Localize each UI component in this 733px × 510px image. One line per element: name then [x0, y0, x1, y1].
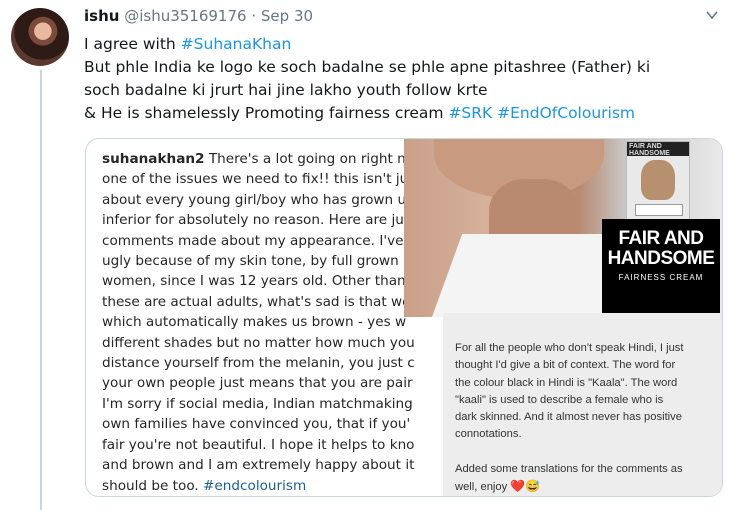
note-line: connotations.: [455, 428, 522, 441]
pack-tube: [635, 204, 683, 216]
pack-brand: FAIR AND HANDSOME: [629, 143, 670, 157]
ad-title: FAIR AND HANDSOME: [602, 229, 720, 269]
caption-line: and brown and I am extremely happy about…: [102, 457, 415, 474]
hashtag-link[interactable]: #SuhanaKhan: [181, 35, 292, 53]
caption-line: own families have convinced you, that if…: [102, 416, 411, 433]
note-line: dark skinned. And it almost never has po…: [455, 411, 682, 424]
caption-line: inferior for absolutely no reason. Here …: [102, 212, 417, 229]
caption-line: these are actual adults, what's sad is t…: [102, 293, 411, 310]
caption-line: your own people just means that you are …: [102, 375, 413, 392]
hashtag-link[interactable]: #SRK: [448, 104, 492, 122]
caption-username: suhanakhan2: [102, 151, 205, 167]
caption-line: fair you're not beautiful. I hope it hel…: [102, 436, 415, 453]
pack-model: [641, 160, 675, 200]
note-line: thought I'd give a bit of context. The w…: [455, 359, 676, 372]
caption-line: women, since I was 12 years old. Other t…: [102, 273, 416, 290]
tweet-line: & He is shamelessly Promoting fairness c…: [84, 104, 636, 122]
ad-title-line: HANDSOME: [607, 248, 715, 269]
caption-line: one of the issues we need to fix!! this …: [102, 171, 421, 188]
note-line: the colour black in Hindi is "Kaala". Th…: [455, 376, 678, 389]
header-separator: ·: [251, 7, 257, 25]
instagram-caption: suhanakhan2 There's a lot going on right…: [102, 149, 432, 496]
note-line: well, enjoy ❤️😅: [455, 479, 541, 494]
note-line: Added some translations for the comments…: [455, 462, 683, 475]
hashtag-link[interactable]: #EndOfColourism: [497, 104, 635, 122]
author-handle[interactable]: @ishu35169176: [124, 7, 246, 25]
product-pack-image: FAIR AND HANDSOME: [626, 141, 690, 229]
thread-connector-line: [40, 70, 42, 510]
tweet-line: But phle India ke logo ke soch badalne s…: [84, 58, 651, 76]
note-line: For all the people who don't speak Hindi…: [455, 342, 684, 354]
caption-line: about every young girl/boy who has grown…: [102, 191, 415, 208]
ad-logo-panel: FAIR AND HANDSOME FAIRNESS CREAM: [602, 219, 720, 317]
note-line: "kaali" is used to describe a female who…: [455, 393, 664, 406]
caption-line: I'm sorry if social media, Indian matchm…: [102, 395, 413, 412]
author-name[interactable]: ishu: [84, 7, 119, 25]
caption-hashtag: #endcolourism: [203, 477, 307, 494]
caption-line: different shades but no matter how much …: [102, 334, 415, 351]
media-attachment[interactable]: suhanakhan2 There's a lot going on right…: [85, 138, 723, 497]
ad-subtitle: FAIRNESS CREAM: [618, 273, 704, 282]
caption-line: suhanakhan2 There's a lot going on right…: [102, 151, 426, 167]
tweet-timestamp[interactable]: Sep 30: [261, 7, 313, 25]
caption-line: should be too. #endcolourism: [102, 477, 307, 494]
chevron-down-icon[interactable]: [705, 8, 719, 22]
emoji-icon: ❤️😅: [510, 479, 541, 494]
caption-line: comments made about my appearance. I've …: [102, 232, 417, 249]
tweet-text: I agree with #SuhanaKhan But phle India …: [84, 33, 724, 125]
tweet-line: I agree with #SuhanaKhan: [84, 35, 292, 53]
ad-title-line: FAIR AND: [618, 228, 704, 249]
tweet-header: ishu @ishu35169176 · Sep 30: [84, 6, 313, 26]
avatar[interactable]: [11, 8, 69, 66]
caption-line: distance yourself from the melanin, you …: [102, 355, 415, 372]
tweet-line: soch badalne ki jrurt hai jine lakho you…: [84, 81, 488, 99]
caption-line: ugly because of my skin tone, by full gr…: [102, 253, 417, 270]
context-note: For all the people who don't speak Hindi…: [443, 313, 722, 496]
caption-line: which automatically makes us brown - yes…: [102, 314, 407, 331]
